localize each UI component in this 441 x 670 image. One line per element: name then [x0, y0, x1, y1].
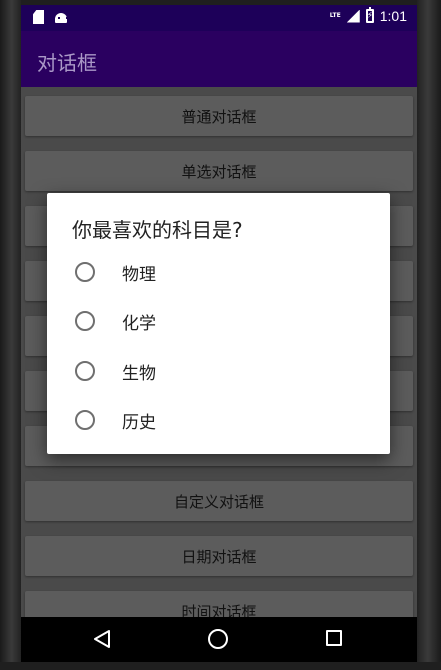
custom-dialog-button[interactable]: 自定义对话框 [25, 481, 413, 521]
option-biology[interactable]: 生物 [72, 349, 372, 393]
option-label: 历史 [122, 412, 156, 433]
option-label: 物理 [122, 264, 156, 285]
dialog-title: 你最喜欢的科目是? [72, 218, 243, 242]
status-time: 1:01 [379, 8, 407, 24]
radio-unchecked-icon[interactable] [75, 262, 95, 282]
single-choice-dialog: 你最喜欢的科目是? 物理 化学 生物 历史 [47, 193, 390, 454]
radio-unchecked-icon[interactable] [75, 311, 95, 331]
back-icon[interactable] [93, 629, 111, 649]
android-icon [54, 11, 68, 23]
option-history[interactable]: 历史 [72, 398, 372, 442]
option-chemistry[interactable]: 化学 [72, 299, 372, 343]
device-frame-right [417, 0, 441, 670]
app-bar: 对话框 [21, 31, 417, 87]
phone-screen: LTE ⚡ 1:01 对话框 普通对话框 单选对话框 自定义对话框 日期对话框 … [21, 5, 417, 662]
normal-dialog-button[interactable]: 普通对话框 [25, 96, 413, 136]
date-dialog-button[interactable]: 日期对话框 [25, 536, 413, 576]
option-physics[interactable]: 物理 [72, 250, 372, 294]
app-title: 对话框 [37, 51, 97, 75]
sd-card-icon [33, 10, 44, 24]
device-frame-bottom [0, 662, 441, 670]
status-left-icons [33, 10, 68, 24]
option-label: 生物 [122, 363, 156, 384]
network-type-label: LTE [329, 12, 341, 19]
single-choice-dialog-button[interactable]: 单选对话框 [25, 151, 413, 191]
device-frame-left [0, 0, 21, 670]
home-icon[interactable] [208, 629, 228, 649]
battery-charging-icon: ⚡ [365, 7, 374, 23]
option-label: 化学 [122, 313, 156, 334]
recent-apps-icon[interactable] [326, 630, 342, 646]
status-right-icons: LTE ⚡ 1:01 [329, 7, 407, 24]
navigation-bar [21, 617, 417, 662]
signal-icon [346, 9, 360, 23]
status-bar: LTE ⚡ 1:01 [21, 5, 417, 31]
radio-unchecked-icon[interactable] [75, 410, 95, 430]
radio-unchecked-icon[interactable] [75, 361, 95, 381]
